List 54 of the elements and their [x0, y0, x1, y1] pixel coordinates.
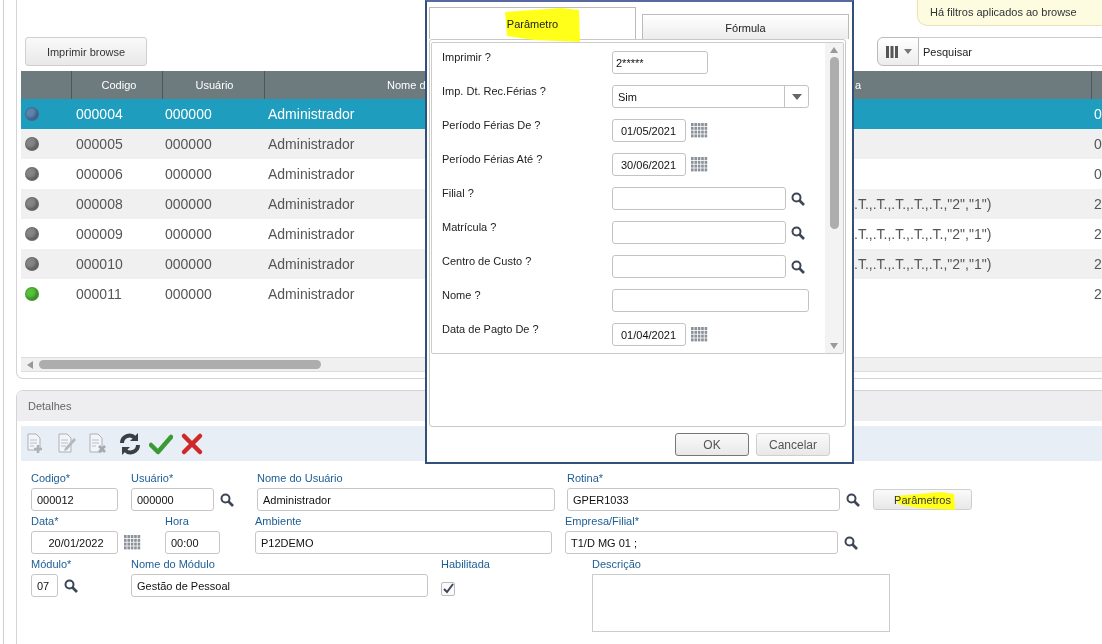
field-label: Habilitada	[441, 558, 491, 571]
field-label: Data*	[31, 515, 60, 528]
field-label: Rotina*	[567, 472, 605, 485]
field-label: Período Férias De ?	[442, 119, 542, 131]
table-cell: 2	[1094, 286, 1102, 302]
table-cell: Administrador	[268, 196, 355, 212]
table-cell: .T.,.T.,.T.,.T.,.T.,"2","1")	[854, 256, 992, 272]
table-cell: .T.,.T.,.T.,.T.,.T.,"2","1")	[854, 196, 992, 212]
table-cell: Administrador	[268, 136, 355, 152]
field-label: Nome ?	[442, 289, 482, 301]
table-cell: 000000	[165, 256, 212, 272]
field-label: Imprimir ?	[442, 51, 492, 63]
table-cell: Administrador	[268, 166, 355, 182]
table-cell: 000000	[165, 106, 212, 122]
table-cell: 000000	[165, 136, 212, 152]
field-label: Codigo*	[31, 472, 72, 485]
field-label: Hora	[165, 515, 190, 528]
table-cell: 0	[1094, 136, 1102, 152]
table-cell: 0	[1094, 166, 1102, 182]
field-label: Usuário*	[131, 472, 175, 485]
table-cell: Administrador	[268, 256, 355, 272]
table-cell: 000000	[165, 196, 212, 212]
table-cell: 000009	[76, 226, 123, 242]
table-cell: 2	[1094, 256, 1102, 272]
table-cell: 0	[1094, 106, 1102, 122]
field-label: Centro de Custo ?	[442, 255, 533, 267]
field-label: Data de Pagto De ?	[442, 323, 540, 335]
field-label: Período Férias Até ?	[442, 153, 544, 165]
field-label: Módulo*	[31, 558, 73, 571]
table-cell: .T.,.T.,.T.,.T.,.T.,"2","1")	[854, 226, 992, 242]
table-cell: Administrador	[268, 286, 355, 302]
details-title: Detalhes	[28, 400, 72, 412]
field-label: Descrição	[592, 558, 642, 571]
table-cell: 2	[1094, 196, 1102, 212]
table-cell: 000011	[76, 286, 122, 302]
field-label: Nome do Módulo	[131, 558, 216, 571]
field-label: Filial ?	[442, 187, 475, 199]
table-cell: 000006	[76, 166, 123, 182]
table-cell: 2	[1094, 226, 1102, 242]
table-cell: 000008	[76, 196, 123, 212]
table-cell: 000000	[165, 286, 212, 302]
table-cell: 000010	[76, 256, 123, 272]
field-label: Nome do Usuário	[257, 472, 344, 485]
table-cell: 000000	[165, 226, 212, 242]
table-cell: 000004	[76, 106, 123, 122]
field-label: Matrícula ?	[442, 221, 498, 233]
field-label: Empresa/Filial*	[565, 515, 640, 528]
field-label: Ambiente	[255, 515, 303, 528]
filter-notice: Há filtros aplicados ao browse	[917, 0, 1102, 26]
table-cell: 000005	[76, 136, 123, 152]
field-label: Imp. Dt. Rec.Férias ?	[442, 85, 547, 97]
table-cell: Administrador	[268, 106, 355, 122]
table-cell: Administrador	[268, 226, 355, 242]
table-cell: 000000	[165, 166, 212, 182]
